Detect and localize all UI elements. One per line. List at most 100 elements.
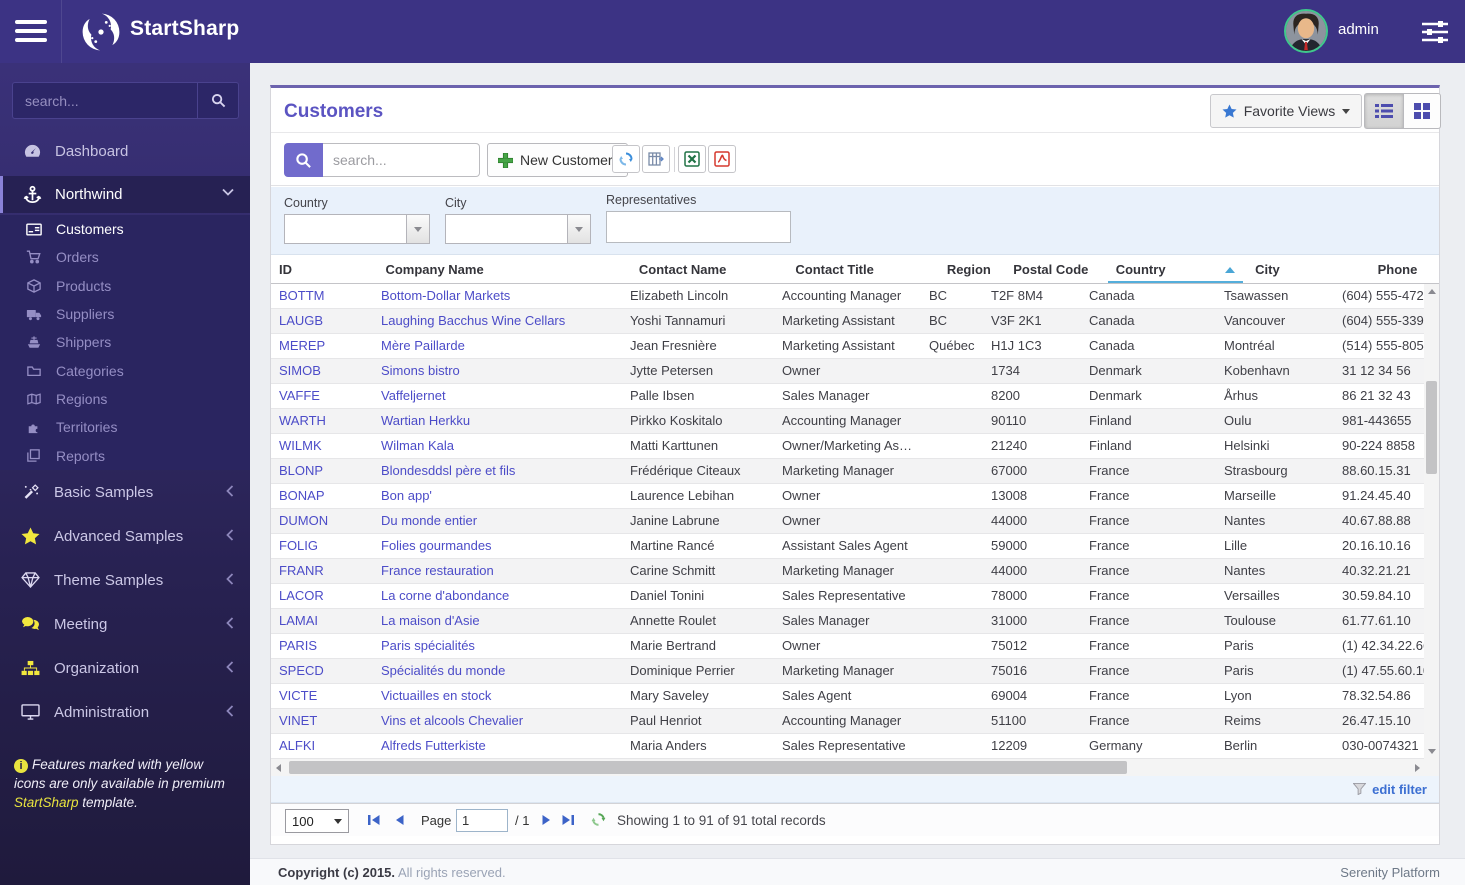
customer-id-link[interactable]: ALFKI bbox=[271, 734, 373, 758]
user-avatar[interactable] bbox=[1284, 9, 1328, 53]
table-row[interactable]: FOLIG Folies gourmandes Martine Rancé Assis… bbox=[271, 534, 1439, 559]
sidebar-item-reports[interactable]: Reports bbox=[0, 441, 250, 469]
company-name-link[interactable]: France restauration bbox=[373, 559, 622, 583]
first-page-button[interactable] bbox=[365, 811, 383, 829]
customer-id-link[interactable]: BONAP bbox=[271, 484, 373, 508]
sidebar-item-categories[interactable]: Categories bbox=[0, 356, 250, 384]
company-name-link[interactable]: Blondesddsl père et fils bbox=[373, 459, 622, 483]
column-header-id[interactable]: ID bbox=[271, 256, 373, 283]
customer-id-link[interactable]: BLONP bbox=[271, 459, 373, 483]
settings-sliders-icon[interactable] bbox=[1420, 20, 1450, 44]
company-name-link[interactable]: Du monde entier bbox=[373, 509, 622, 533]
table-row[interactable]: PARIS Paris spécialités Marie Bertrand Owne… bbox=[271, 634, 1439, 659]
company-name-link[interactable]: Laughing Bacchus Wine Cellars bbox=[373, 309, 622, 333]
sidebar-item-meeting[interactable]: Meeting bbox=[0, 602, 250, 646]
company-name-link[interactable]: Bon app' bbox=[373, 484, 622, 508]
table-row[interactable]: WILMK Wilman Kala Matti Karttunen Owner/Mar… bbox=[271, 434, 1439, 459]
company-name-link[interactable]: Mère Paillarde bbox=[373, 334, 622, 358]
table-row[interactable]: BLONP Blondesddsl père et fils Frédérique … bbox=[271, 459, 1439, 484]
scroll-down-arrow[interactable] bbox=[1424, 744, 1439, 759]
customer-id-link[interactable]: FRANR bbox=[271, 559, 373, 583]
column-header-country[interactable]: Country bbox=[1107, 256, 1243, 283]
sidebar-search-button[interactable] bbox=[197, 83, 238, 118]
sidebar-item-administration[interactable]: Administration bbox=[0, 690, 250, 734]
sidebar-item-territories[interactable]: Territories bbox=[0, 413, 250, 441]
column-header-city[interactable]: City bbox=[1247, 256, 1365, 283]
sidebar-item-regions[interactable]: Regions bbox=[0, 385, 250, 413]
customer-id-link[interactable]: LAUGB bbox=[271, 309, 373, 333]
vertical-scroll-thumb[interactable] bbox=[1426, 381, 1437, 474]
pager-refresh-button[interactable] bbox=[589, 810, 607, 828]
grid-search-input[interactable] bbox=[323, 143, 480, 177]
table-row[interactable]: ALFKI Alfreds Futterkiste Maria Anders Sale… bbox=[271, 734, 1439, 759]
list-view-button[interactable] bbox=[1364, 93, 1403, 129]
customer-id-link[interactable]: LAMAI bbox=[271, 609, 373, 633]
table-row[interactable]: VICTE Victuailles en stock Mary Saveley Sal… bbox=[271, 684, 1439, 709]
sidebar-search-input[interactable] bbox=[13, 83, 197, 118]
company-name-link[interactable]: Vaffeljernet bbox=[373, 384, 622, 408]
last-page-button[interactable] bbox=[559, 811, 577, 829]
customer-id-link[interactable]: MEREP bbox=[271, 334, 373, 358]
column-header-postal-code[interactable]: Postal Code bbox=[1005, 256, 1103, 283]
company-name-link[interactable]: Spécialités du monde bbox=[373, 659, 622, 683]
scroll-up-arrow[interactable] bbox=[1424, 284, 1439, 299]
sidebar-item-products[interactable]: Products bbox=[0, 272, 250, 300]
table-row[interactable]: DUMON Du monde entier Janine Labrune Owner 4… bbox=[271, 509, 1439, 534]
company-name-link[interactable]: Wilman Kala bbox=[373, 434, 622, 458]
column-header-contact-name[interactable]: Contact Name bbox=[631, 256, 783, 283]
customer-id-link[interactable]: LACOR bbox=[271, 584, 373, 608]
sidebar-item-northwind[interactable]: Northwind bbox=[0, 176, 250, 213]
column-picker-button[interactable] bbox=[642, 145, 670, 173]
refresh-button[interactable] bbox=[612, 145, 640, 173]
table-row[interactable]: BONAP Bon app' Laurence Lebihan Owner 13008 F… bbox=[271, 484, 1439, 509]
representatives-filter-input[interactable] bbox=[606, 211, 791, 243]
customer-id-link[interactable]: WILMK bbox=[271, 434, 373, 458]
horizontal-scroll-thumb[interactable] bbox=[289, 761, 1127, 774]
table-row[interactable]: FRANR France restauration Carine Schmitt Ma… bbox=[271, 559, 1439, 584]
table-row[interactable]: VINET Vins et alcools Chevalier Paul Henri… bbox=[271, 709, 1439, 734]
customer-id-link[interactable]: DUMON bbox=[271, 509, 373, 533]
customer-id-link[interactable]: VINET bbox=[271, 709, 373, 733]
page-size-select[interactable]: 100 bbox=[285, 809, 349, 833]
table-row[interactable]: LAUGB Laughing Bacchus Wine Cellars Yoshi … bbox=[271, 309, 1439, 334]
card-view-button[interactable] bbox=[1402, 93, 1441, 129]
customer-id-link[interactable]: SPECD bbox=[271, 659, 373, 683]
search-icon[interactable] bbox=[284, 143, 323, 177]
company-name-link[interactable]: Bottom-Dollar Markets bbox=[373, 284, 622, 308]
export-pdf-button[interactable] bbox=[708, 145, 736, 173]
table-row[interactable]: MEREP Mère Paillarde Jean Fresnière Marketi… bbox=[271, 334, 1439, 359]
sidebar-item-advanced-samples[interactable]: Advanced Samples bbox=[0, 514, 250, 558]
username-label[interactable]: admin bbox=[1338, 21, 1379, 38]
table-row[interactable]: LAMAI La maison d'Asie Annette Roulet Sales… bbox=[271, 609, 1439, 634]
table-row[interactable]: BOTTM Bottom-Dollar Markets Elizabeth Linc… bbox=[271, 284, 1439, 309]
country-filter-select[interactable] bbox=[284, 214, 430, 244]
column-header-company-name[interactable]: Company Name bbox=[377, 256, 626, 283]
company-name-link[interactable]: La maison d'Asie bbox=[373, 609, 622, 633]
city-filter-select[interactable] bbox=[445, 214, 591, 244]
company-name-link[interactable]: Folies gourmandes bbox=[373, 534, 622, 558]
company-name-link[interactable]: Simons bistro bbox=[373, 359, 622, 383]
sidebar-item-basic-samples[interactable]: Basic Samples bbox=[0, 470, 250, 514]
table-row[interactable]: VAFFE Vaffeljernet Palle Ibsen Sales Manage… bbox=[271, 384, 1439, 409]
vertical-scrollbar[interactable] bbox=[1424, 284, 1439, 759]
brand-logo-swirl-icon[interactable] bbox=[80, 11, 122, 53]
table-row[interactable]: SIMOB Simons bistro Jytte Petersen Owner 173… bbox=[271, 359, 1439, 384]
company-name-link[interactable]: Vins et alcools Chevalier bbox=[373, 709, 622, 733]
table-row[interactable]: WARTH Wartian Herkku Pirkko Koskitalo Accou… bbox=[271, 409, 1439, 434]
scroll-right-arrow[interactable] bbox=[1410, 759, 1425, 776]
company-name-link[interactable]: Victuailles en stock bbox=[373, 684, 622, 708]
new-customer-button[interactable]: New Customer bbox=[487, 143, 628, 177]
column-header-contact-title[interactable]: Contact Title bbox=[787, 256, 934, 283]
table-row[interactable]: SPECD Spécialités du monde Dominique Perri… bbox=[271, 659, 1439, 684]
customer-id-link[interactable]: VICTE bbox=[271, 684, 373, 708]
sidebar-item-customers[interactable]: Customers bbox=[0, 215, 250, 243]
sidebar-item-organization[interactable]: Organization bbox=[0, 646, 250, 690]
column-header-region[interactable]: Region bbox=[939, 256, 1001, 283]
column-header-phone[interactable]: Phone bbox=[1370, 256, 1439, 283]
customer-id-link[interactable]: BOTTM bbox=[271, 284, 373, 308]
company-name-link[interactable]: Wartian Herkku bbox=[373, 409, 622, 433]
edit-filter-link[interactable]: edit filter bbox=[1372, 782, 1427, 797]
export-excel-button[interactable] bbox=[678, 145, 706, 173]
sidebar-item-dashboard[interactable]: Dashboard bbox=[0, 133, 250, 170]
customer-id-link[interactable]: SIMOB bbox=[271, 359, 373, 383]
